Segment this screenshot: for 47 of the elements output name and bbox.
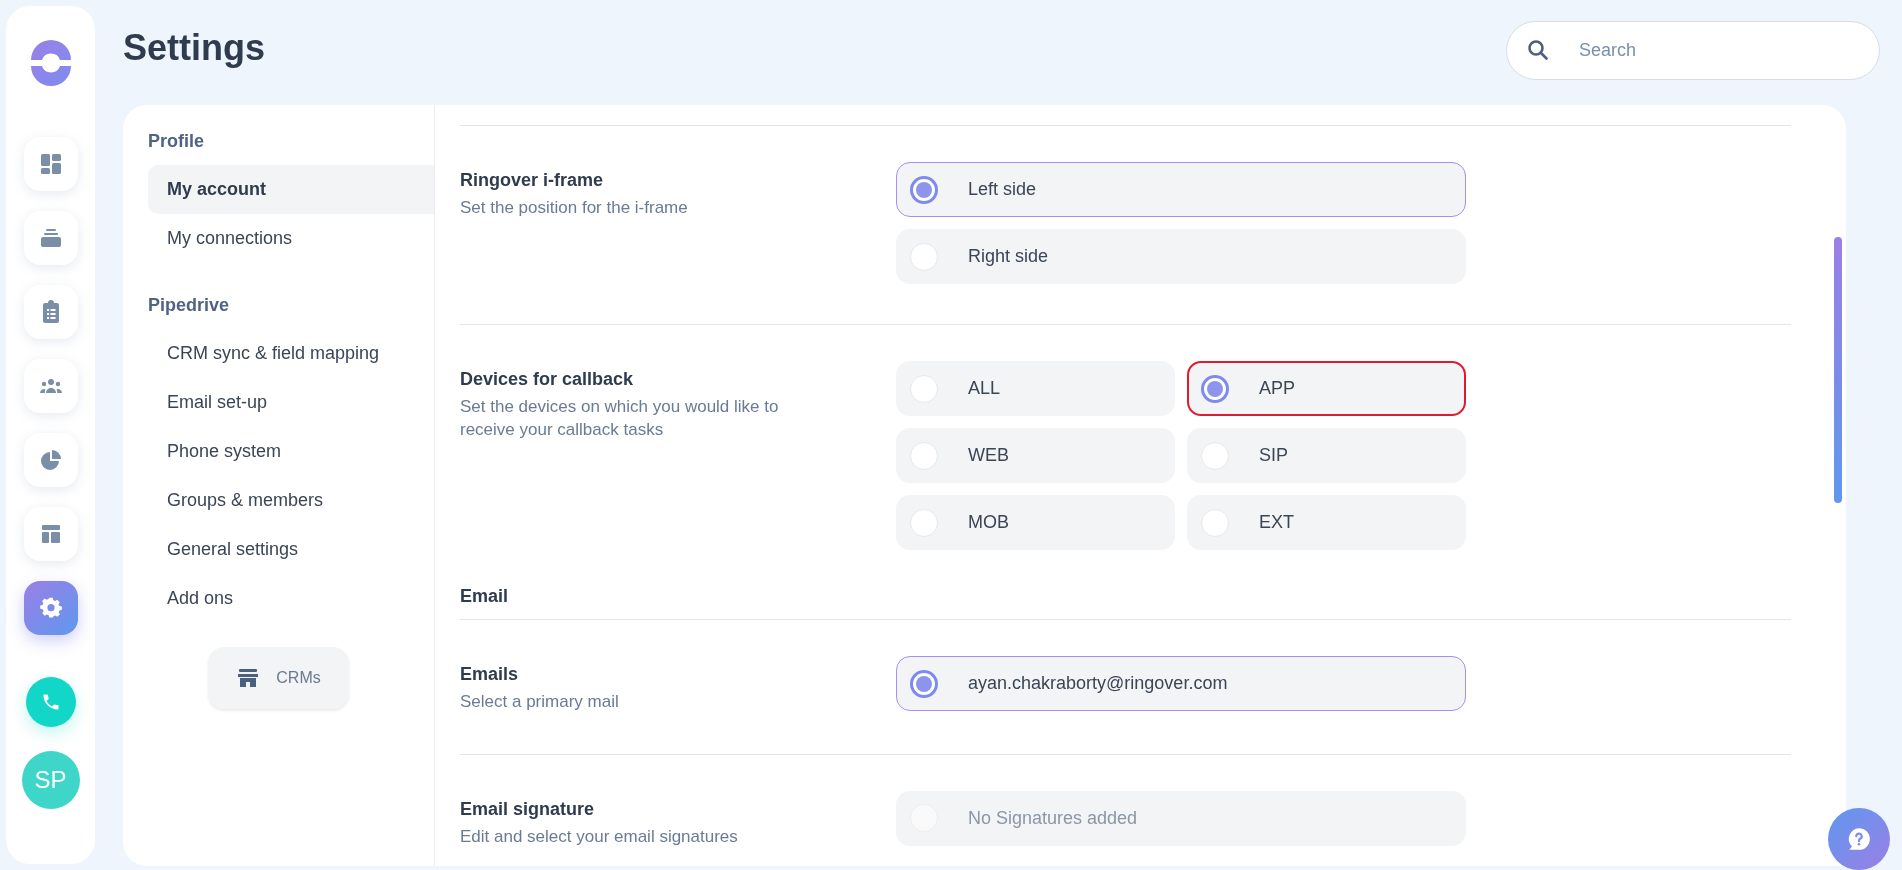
radio-option[interactable]: Right side [896, 229, 1466, 284]
nav-item[interactable]: General settings [148, 525, 434, 574]
nav-section-title: Pipedrive [148, 294, 231, 317]
setting-title: Devices for callback [460, 369, 635, 390]
scrollbar-thumb[interactable] [1834, 237, 1842, 503]
settings-icon [38, 596, 63, 620]
dashboard-icon [38, 152, 63, 176]
radio-option[interactable]: ALL [896, 361, 1175, 416]
nav-item[interactable]: Groups & members [148, 476, 434, 525]
sidebar-button[interactable] [23, 285, 78, 339]
sidebar-button[interactable] [23, 137, 78, 191]
sidebar-button[interactable] [23, 211, 78, 265]
search-icon [1526, 37, 1550, 62]
call-button[interactable] [25, 677, 76, 727]
nav-item[interactable]: Add ons [148, 574, 434, 623]
radio-option[interactable]: Left side [896, 162, 1466, 217]
crms-button[interactable]: CRMs [208, 647, 349, 709]
search-field[interactable]: Search [1506, 20, 1880, 80]
page-title: Settings [123, 26, 265, 69]
nav-item[interactable]: My connections [148, 214, 434, 263]
setting-description: Set the devices on which you would like to receive your callback tasks [460, 396, 780, 441]
sidebar-button[interactable] [23, 581, 78, 635]
radio-option[interactable]: SIP [1187, 428, 1466, 483]
nav-item[interactable]: CRM sync & field mapping [148, 329, 434, 378]
sidebar-button[interactable] [23, 359, 78, 413]
setting-title: Emails [460, 664, 520, 685]
setting-title: Ringover i-frame [460, 170, 605, 191]
setting-title: Email signature [460, 798, 596, 820]
pie-chart-icon [38, 448, 63, 472]
setting-description: Select a primary mail [460, 691, 620, 713]
nav-item[interactable]: Phone system [148, 427, 434, 476]
radio-option[interactable]: APP [1187, 361, 1466, 416]
setting-description: Set the position for the i-frame [460, 197, 689, 219]
nav-item[interactable]: Email set-up [148, 378, 434, 427]
radio-option[interactable]: ayan.chakraborty@ringover.com [896, 656, 1466, 711]
help-chat-icon [1846, 826, 1872, 852]
nav-item[interactable]: My account [148, 165, 434, 214]
radio-option[interactable]: WEB [896, 428, 1175, 483]
sidebar-button[interactable] [23, 507, 78, 561]
setting-description: Edit and select your email signatures [460, 825, 739, 848]
section-heading: Email [460, 586, 1791, 620]
nav-section-title: Profile [148, 130, 205, 153]
sidebar-button[interactable] [23, 433, 78, 487]
radio-option[interactable]: EXT [1187, 495, 1466, 550]
radio-option[interactable]: MOB [896, 495, 1175, 550]
stack-icon [38, 226, 63, 250]
store-icon [236, 666, 261, 690]
